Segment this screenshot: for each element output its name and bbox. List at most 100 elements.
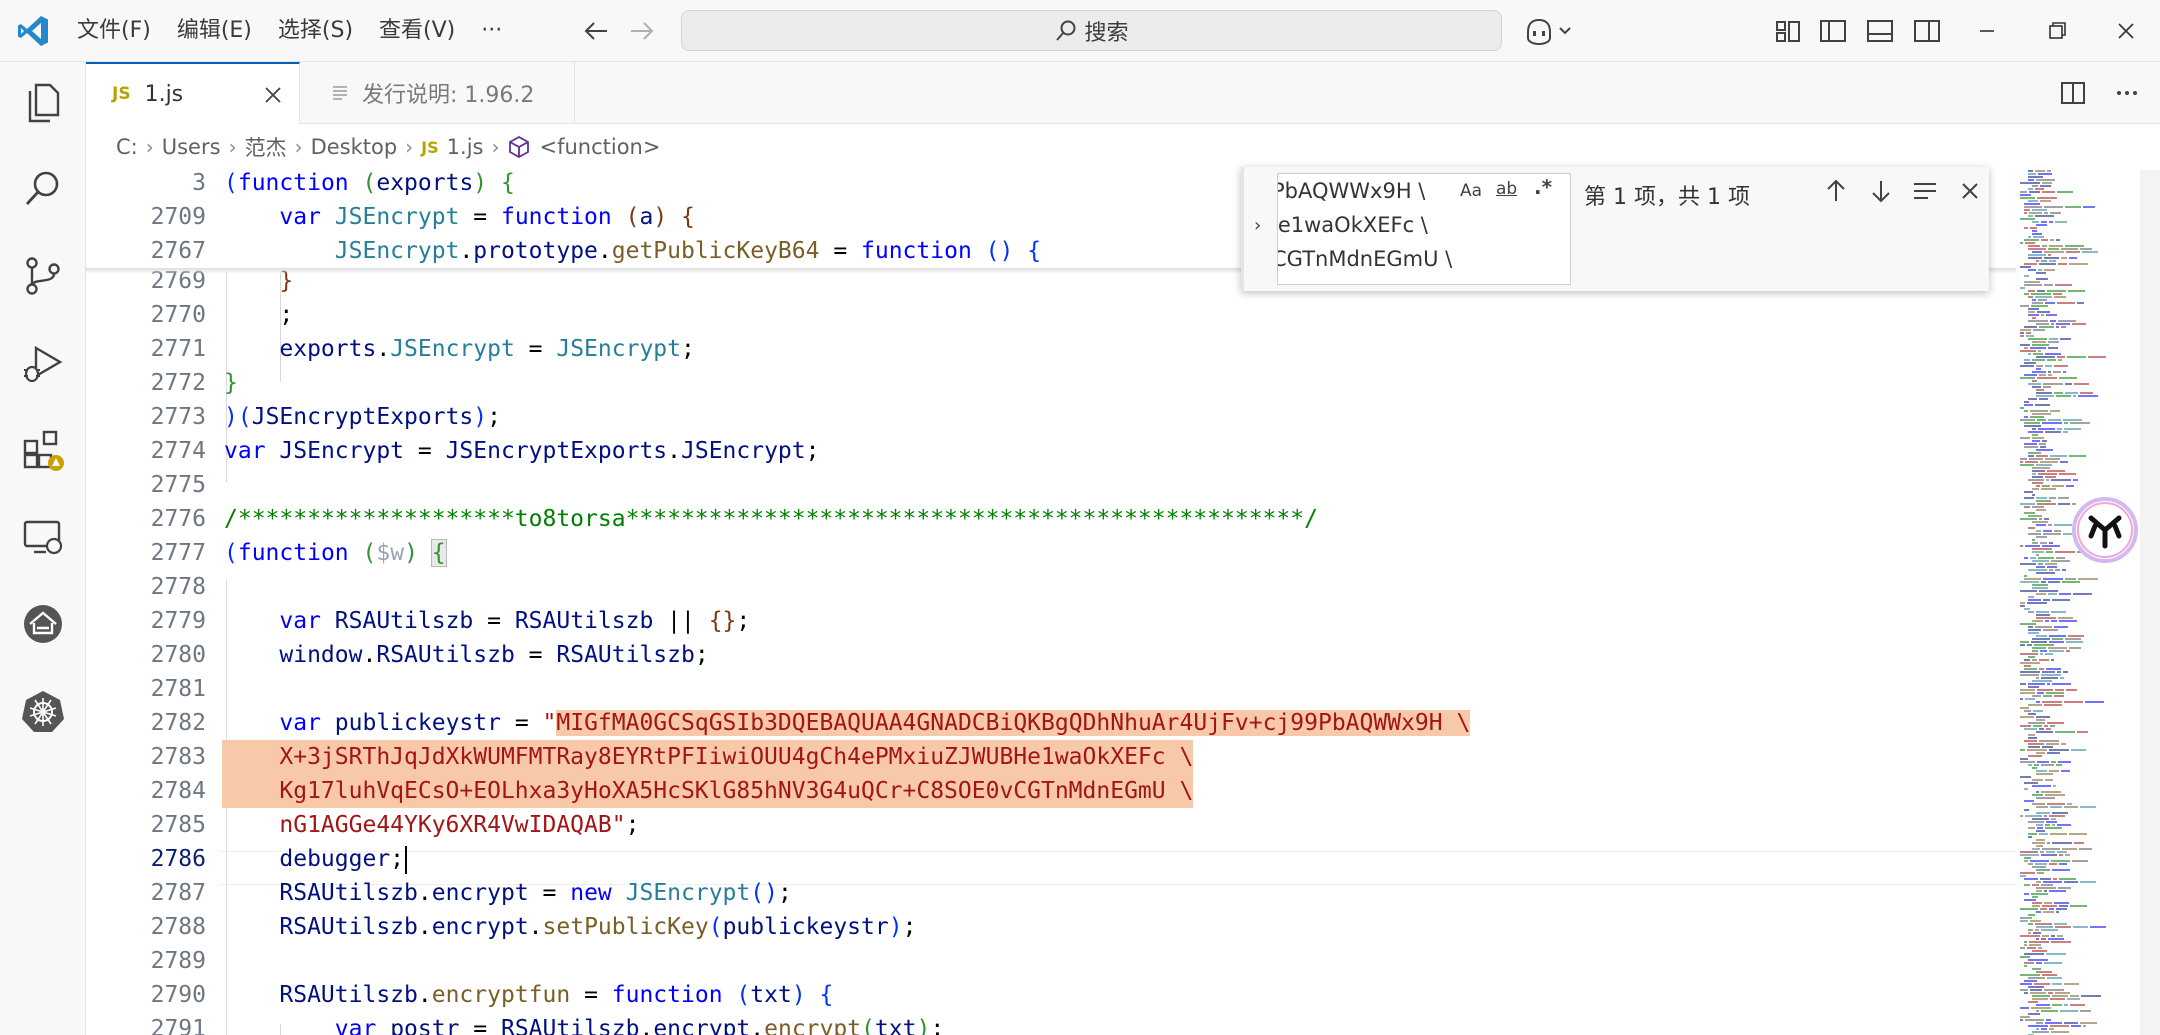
breadcrumb-symbol[interactable]: <function> xyxy=(539,135,660,159)
minimap-line xyxy=(2024,965,2027,967)
vertical-scrollbar[interactable] xyxy=(2140,170,2160,1035)
minimap-line xyxy=(2046,1019,2051,1021)
find-input[interactable]: PbAQWWx9H \ le1waOkXEFc \ CGTnMdnEGmU \ xyxy=(1277,173,1571,285)
breadcrumb-drive[interactable]: C: xyxy=(116,135,138,159)
code-line: 2770 ; xyxy=(86,298,2016,332)
toggle-primary-sidebar-icon[interactable] xyxy=(1818,16,1848,46)
breadcrumb-users[interactable]: Users xyxy=(162,135,221,159)
minimap-line xyxy=(2048,992,2053,994)
restore-icon[interactable] xyxy=(2042,16,2072,46)
minimap-line xyxy=(2049,260,2056,262)
minimap-line xyxy=(2064,881,2078,883)
breadcrumb-desktop[interactable]: Desktop xyxy=(311,135,398,159)
copilot-icon[interactable] xyxy=(1524,16,1574,46)
minimap-line xyxy=(2036,824,2043,826)
minimap-line xyxy=(2034,764,2039,766)
cloud-extension-icon[interactable] xyxy=(20,601,66,647)
minimap-line xyxy=(2054,392,2063,394)
more-actions-icon[interactable] xyxy=(2112,78,2142,108)
line-number: 2775 xyxy=(150,472,206,498)
customize-layout-icon[interactable] xyxy=(1773,16,1803,46)
previous-match-icon[interactable] xyxy=(1822,177,1850,205)
toggle-secondary-sidebar-icon[interactable] xyxy=(1912,16,1942,46)
minimap-line xyxy=(2037,419,2046,421)
tab-release-notes[interactable]: 发行说明: 1.96.2 xyxy=(300,62,575,124)
breadcrumb-user[interactable]: 范杰 xyxy=(245,132,287,162)
match-case-toggle[interactable]: Aa xyxy=(1460,181,1482,201)
menu-selection[interactable]: 选择(S) xyxy=(265,9,366,53)
kubernetes-icon[interactable] xyxy=(20,688,66,734)
minimap-line xyxy=(2020,671,2040,673)
toggle-replace-icon[interactable]: › xyxy=(1254,215,1261,236)
minimap-line xyxy=(2077,302,2084,304)
minimap-line xyxy=(2041,929,2058,931)
minimap-line xyxy=(2055,569,2060,571)
code-editor[interactable]: 2769 } 2770 ; 2771 exports.JSEncrypt = J… xyxy=(86,170,2016,1035)
minimap-line xyxy=(2020,287,2025,289)
toggle-panel-icon[interactable] xyxy=(1865,16,1895,46)
minimap-line xyxy=(2049,749,2069,751)
minimap-line xyxy=(2074,383,2089,385)
extensions-icon[interactable] xyxy=(20,427,66,473)
tab-1-js[interactable]: JS 1.js xyxy=(86,62,300,124)
menu-bar: 文件(F) 编辑(E) 选择(S) 查看(V) ··· xyxy=(64,0,515,62)
next-match-icon[interactable] xyxy=(1867,177,1895,205)
remote-explorer-icon[interactable] xyxy=(20,514,66,560)
floating-assistant-icon[interactable] xyxy=(2071,496,2139,564)
minimap-line xyxy=(2036,365,2043,367)
minimap-line xyxy=(2036,830,2045,832)
explorer-icon[interactable] xyxy=(20,79,66,125)
breadcrumb-file[interactable]: 1.js xyxy=(447,135,484,159)
close-window-icon[interactable] xyxy=(2111,16,2141,46)
minimap-line xyxy=(2065,638,2081,640)
minimap-line xyxy=(2020,989,2028,991)
minimap-line xyxy=(2041,1028,2047,1030)
minimap-line xyxy=(2050,833,2067,835)
minimap[interactable] xyxy=(2016,170,2140,1035)
code-text: var JSEncrypt = JSEncryptExports.JSEncry… xyxy=(224,438,820,464)
menu-more[interactable]: ··· xyxy=(468,9,515,53)
search-view-icon[interactable] xyxy=(20,166,66,212)
close-find-icon[interactable] xyxy=(1956,177,1984,205)
minimap-line xyxy=(2024,899,2036,901)
command-center-search[interactable]: 搜索 xyxy=(681,10,1502,51)
minimap-line xyxy=(2036,806,2048,808)
minimap-line xyxy=(2067,356,2086,358)
whole-word-toggle[interactable]: ab xyxy=(1496,179,1517,199)
forward-arrow-icon[interactable] xyxy=(627,16,657,46)
source-control-icon[interactable] xyxy=(20,253,66,299)
minimap-line xyxy=(2056,239,2060,241)
minimap-line xyxy=(2032,251,2042,253)
code-line: 2776 /********************to8torsa******… xyxy=(86,502,2016,536)
minimap-line xyxy=(2028,290,2035,292)
minimap-line xyxy=(2038,173,2052,175)
split-editor-icon[interactable] xyxy=(2058,78,2088,108)
minimap-line xyxy=(2063,671,2068,673)
minimap-line xyxy=(2059,473,2076,475)
minimap-line xyxy=(2028,596,2034,598)
minimap-line xyxy=(2054,296,2066,298)
minimap-line xyxy=(2020,464,2034,466)
minimap-line xyxy=(2081,995,2101,997)
menu-edit[interactable]: 编辑(E) xyxy=(164,9,265,53)
find-in-selection-icon[interactable] xyxy=(1911,177,1939,205)
minimap-line xyxy=(2020,503,2035,505)
minimap-line xyxy=(2028,599,2041,601)
close-tab-icon[interactable] xyxy=(261,83,285,107)
minimap-line xyxy=(2032,695,2041,697)
regex-toggle[interactable]: .* xyxy=(1534,175,1552,199)
minimap-line xyxy=(2049,863,2057,865)
minimap-line xyxy=(2058,497,2069,499)
run-debug-icon[interactable] xyxy=(20,340,66,386)
menu-file[interactable]: 文件(F) xyxy=(64,9,164,53)
minimap-line xyxy=(2028,632,2039,634)
minimize-icon[interactable] xyxy=(1972,16,2002,46)
back-arrow-icon[interactable] xyxy=(581,16,611,46)
minimap-line xyxy=(2041,221,2047,223)
minimap-line xyxy=(2048,938,2064,940)
minimap-line xyxy=(2036,356,2055,358)
menu-view[interactable]: 查看(V) xyxy=(366,9,468,53)
minimap-line xyxy=(2032,521,2048,523)
minimap-line xyxy=(2065,383,2072,385)
minimap-line xyxy=(2020,1007,2029,1009)
